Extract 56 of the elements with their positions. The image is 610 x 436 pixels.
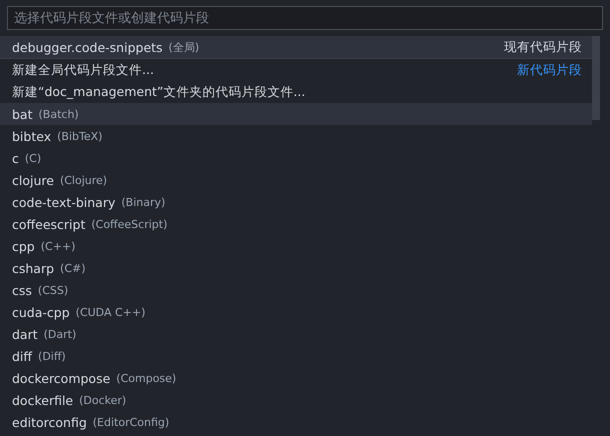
group-label: 新代码片段: [517, 62, 582, 78]
search-field[interactable]: 选择代码片段文件或创建代码片段: [7, 6, 603, 30]
item-name: dockercompose: [12, 370, 110, 386]
item-detail: (Docker): [79, 394, 126, 406]
list-item[interactable]: bibtex (BibTeX): [0, 125, 592, 147]
item-name: dockerfile: [12, 392, 74, 408]
list-item[interactable]: csharp (C#): [0, 257, 592, 279]
item-detail: (C#): [60, 262, 86, 274]
item-detail: (Diff): [38, 350, 66, 362]
item-detail: (BibTeX): [57, 130, 102, 142]
list-item[interactable]: cpp (C++): [0, 235, 592, 257]
item-name: editorconfig: [12, 414, 87, 430]
list-item[interactable]: css (CSS): [0, 279, 592, 301]
item-name: coffeescript: [12, 216, 86, 232]
list-item[interactable]: bat (Batch): [0, 103, 592, 125]
item-detail: (EditorConfig): [92, 416, 170, 428]
list-item[interactable]: dart (Dart): [0, 323, 592, 345]
item-name: dart: [12, 326, 38, 342]
item-name: css: [12, 282, 32, 298]
item-detail: (Clojure): [60, 174, 108, 186]
item-detail: (Binary): [121, 196, 166, 208]
item-detail: (CoffeeScript): [91, 218, 168, 230]
item-detail: (C): [24, 152, 42, 164]
list-item[interactable]: dockerfile (Docker): [0, 389, 592, 411]
item-detail: (Dart): [44, 328, 76, 340]
item-name: 新建全局代码片段文件...: [12, 62, 154, 78]
item-name: 新建“doc_management”文件夹的代码片段文件...: [12, 84, 306, 100]
list-item[interactable]: editorconfig (EditorConfig): [0, 411, 592, 433]
list-item[interactable]: 新建全局代码片段文件... 新代码片段: [0, 59, 592, 81]
list-item[interactable]: debugger.code-snippets (全局) 现有代码片段: [0, 36, 592, 58]
item-name: bibtex: [12, 128, 52, 144]
item-name: cuda-cpp: [12, 304, 70, 320]
item-name: clojure: [12, 172, 54, 188]
item-detail: (全局): [168, 40, 200, 54]
list-item[interactable]: cuda-cpp (CUDA C++): [0, 301, 592, 323]
list-item[interactable]: code-text-binary (Binary): [0, 191, 592, 213]
list-item[interactable]: diff (Diff): [0, 345, 592, 367]
item-name: debugger.code-snippets: [12, 40, 163, 54]
list-item[interactable]: c (C): [0, 147, 592, 169]
group-label: 现有代码片段: [504, 38, 582, 56]
item-name: cpp: [12, 238, 35, 254]
item-detail: (CSS): [38, 284, 68, 296]
list-item[interactable]: coffeescript (CoffeeScript): [0, 213, 592, 235]
item-name: diff: [12, 348, 32, 364]
scrollbar-thumb[interactable]: [592, 36, 600, 120]
item-detail: (CUDA C++): [76, 306, 146, 318]
list-item[interactable]: dockercompose (Compose): [0, 367, 592, 389]
item-detail: (C++): [40, 240, 76, 252]
item-detail: (Compose): [116, 372, 176, 384]
list-item[interactable]: 新建“doc_management”文件夹的代码片段文件...: [0, 81, 592, 103]
item-name: bat: [12, 106, 32, 122]
item-name: csharp: [12, 260, 54, 276]
list-item[interactable]: clojure (Clojure): [0, 169, 592, 191]
item-detail: (Batch): [38, 108, 79, 120]
item-name: c: [12, 150, 19, 166]
item-name: code-text-binary: [12, 194, 116, 210]
